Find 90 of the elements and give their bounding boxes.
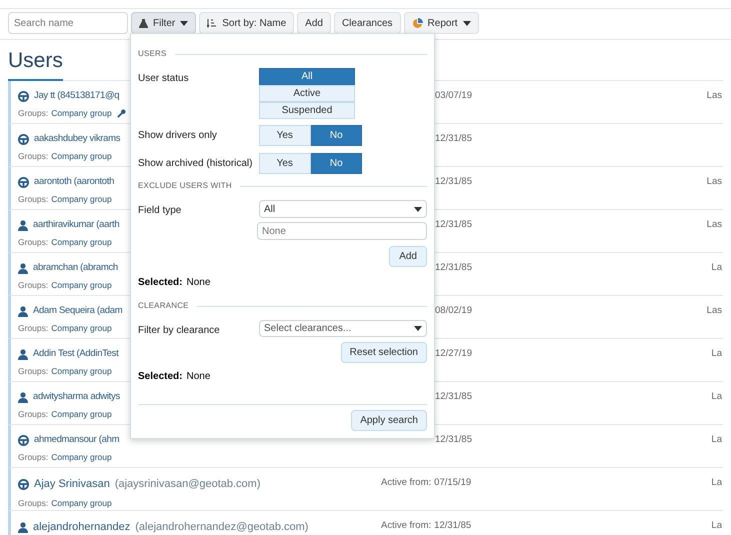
group-name: Company group bbox=[51, 496, 112, 510]
last-label: La bbox=[711, 347, 723, 361]
toolbar-button[interactable]: Add bbox=[297, 12, 331, 34]
option-toggle[interactable]: No bbox=[310, 125, 362, 146]
last-label: La bbox=[711, 390, 723, 404]
active-date: 12/31/85 bbox=[435, 132, 472, 146]
groups-label: Groups: bbox=[18, 279, 48, 292]
toolbar-button[interactable]: Report bbox=[404, 12, 479, 34]
user-name[interactable]: aakashdubey vikrams bbox=[34, 132, 120, 146]
groups-label: Groups: bbox=[18, 193, 48, 206]
selected-value: None bbox=[186, 276, 210, 290]
option-toggle[interactable]: No bbox=[310, 153, 362, 174]
field-label: Show drivers only bbox=[138, 129, 218, 143]
last-label: La bbox=[711, 519, 723, 533]
group-name: Company group bbox=[51, 408, 112, 421]
active-date: 12/31/85 bbox=[435, 218, 472, 232]
section-heading: CLEARANCE bbox=[138, 300, 189, 312]
group-name: Company group bbox=[51, 193, 112, 206]
last-label: Las bbox=[706, 218, 723, 232]
active-date: 12/31/85 bbox=[435, 175, 472, 189]
option-toggle[interactable]: Active bbox=[259, 85, 355, 102]
toolbar-button[interactable]: Clearances bbox=[334, 12, 401, 34]
groups-label: Groups: bbox=[18, 107, 48, 120]
apply-search-button[interactable]: Apply search bbox=[351, 410, 427, 431]
groups-label: Groups: bbox=[18, 408, 48, 421]
active-date: 12/31/85 bbox=[435, 433, 472, 447]
active-date: 03/07/19 bbox=[435, 89, 472, 103]
groups-label: Groups: bbox=[18, 365, 48, 378]
field-type-select[interactable]: All bbox=[259, 200, 427, 218]
group-name: Company group bbox=[51, 236, 112, 249]
search-field[interactable]: Search name bbox=[8, 12, 128, 34]
group-name: Company group bbox=[51, 150, 112, 163]
section-heading: USERS bbox=[138, 48, 167, 60]
groups-label: Groups: bbox=[18, 496, 48, 510]
active-date: 08/02/19 bbox=[435, 304, 472, 318]
group-name: Company group bbox=[51, 365, 112, 378]
last-label: La bbox=[711, 476, 723, 490]
active-date: 12/31/85 bbox=[435, 261, 472, 275]
user-name[interactable]: aarontoth (aarontoth bbox=[34, 175, 114, 190]
groups-label: Groups: bbox=[18, 451, 48, 464]
last-label: La bbox=[711, 261, 723, 275]
group-name: Company group bbox=[51, 279, 112, 292]
last-label: La bbox=[711, 433, 723, 447]
groups-label: Groups: bbox=[18, 322, 48, 335]
active-date: 12/31/85 bbox=[434, 519, 472, 533]
field-label: Field type bbox=[138, 204, 182, 218]
user-name[interactable]: aarthiravikumar (aarth bbox=[33, 218, 120, 232]
toolbar-button[interactable]: Filter bbox=[131, 12, 196, 34]
option-toggle[interactable]: Suspended bbox=[259, 102, 355, 119]
user-name[interactable]: ahmedmansour (ahm bbox=[34, 433, 120, 448]
group-name: Company group bbox=[51, 322, 112, 335]
user-name[interactable]: Adam Sequeira (adam bbox=[33, 304, 122, 318]
groups-label: Groups: bbox=[18, 150, 48, 163]
user-name[interactable]: Jay tt (845138171@q bbox=[34, 89, 120, 104]
selected-label: Selected: bbox=[138, 370, 182, 384]
user-row[interactable]: Ajay Srinivasan (ajaysrinivasan@geotab.com) Groups: Company group Active from: 07/15/19 La bbox=[8, 468, 723, 511]
active-date: 12/27/19 bbox=[435, 347, 472, 361]
groups-label: Groups: bbox=[18, 236, 48, 249]
field-label: User status bbox=[138, 72, 190, 86]
toolbar-button[interactable]: Sort by: Name bbox=[199, 12, 294, 34]
user-name[interactable]: Addin Test (AddinTest bbox=[33, 347, 118, 362]
active-date: 07/15/19 bbox=[434, 476, 472, 490]
field-label: Show archived (historical) bbox=[138, 157, 254, 171]
user-name[interactable]: abramchan (abramch bbox=[33, 261, 118, 276]
section-heading: EXCLUDE USERS WITH bbox=[138, 180, 232, 192]
option-toggle[interactable]: Yes bbox=[259, 125, 310, 146]
active-date: 12/31/85 bbox=[435, 390, 472, 404]
selected-value: None bbox=[186, 370, 210, 384]
last-label: Las bbox=[706, 304, 723, 318]
group-name: Company group bbox=[51, 451, 112, 464]
user-name[interactable]: Ajay Srinivasan bbox=[34, 476, 110, 492]
add-button[interactable]: Add bbox=[389, 246, 427, 267]
selected-label: Selected: bbox=[138, 276, 182, 290]
active-label: Active from: bbox=[381, 519, 432, 533]
page-title: Users bbox=[8, 50, 63, 74]
user-name[interactable]: alejandrohernandez bbox=[33, 519, 130, 535]
user-name[interactable]: adwitysharma adwitys bbox=[33, 390, 120, 404]
active-label: Active from: bbox=[381, 476, 432, 490]
value-input-field[interactable]: None bbox=[257, 222, 427, 240]
clearance-select[interactable]: Select clearances... bbox=[259, 320, 427, 337]
last-label: Las bbox=[706, 175, 723, 189]
last-label: Las bbox=[706, 89, 723, 103]
user-email: (alejandrohernandez@geotab.com) bbox=[135, 520, 308, 535]
user-email: (ajaysrinivasan@geotab.com) bbox=[114, 477, 261, 492]
reset-selection-button[interactable]: Reset selection bbox=[340, 342, 427, 363]
group-name: Company group bbox=[51, 107, 112, 120]
user-row[interactable]: alejandrohernandez (alejandrohernandez@geotab.com) Active from: 12/31/85 La bbox=[8, 511, 723, 535]
option-toggle[interactable]: Yes bbox=[259, 153, 310, 174]
option-toggle[interactable]: All bbox=[259, 68, 355, 85]
field-label: Filter by clearance bbox=[138, 324, 221, 338]
